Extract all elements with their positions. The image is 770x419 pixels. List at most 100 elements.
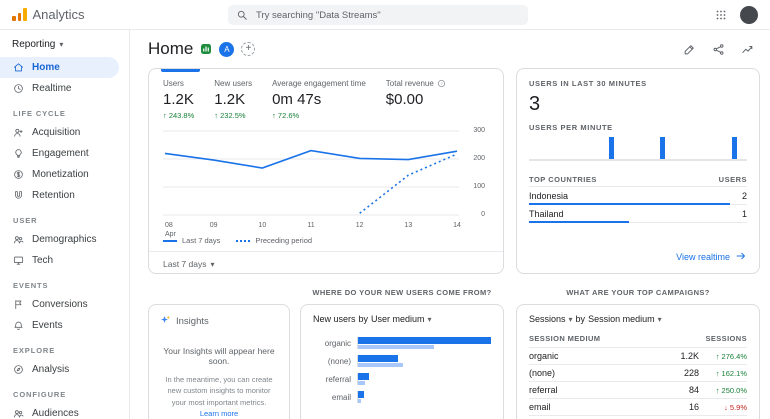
bar-row-organic: organic (313, 337, 491, 350)
sidebar-item-retention[interactable]: Retention (0, 185, 119, 206)
metric-value: 1.2K (214, 91, 252, 108)
sidebar-item-label: Acquisition (32, 127, 80, 138)
sidebar-section-title: CONFIGURE (0, 380, 129, 403)
country-row: Indonesia2 (529, 187, 747, 205)
nav-collection-selector[interactable]: Reporting (0, 34, 129, 57)
learn-more-link[interactable]: Learn more (200, 409, 238, 418)
metric-delta: ↑ 243.8% (163, 111, 194, 120)
arrow-up-icon: ↑ (163, 111, 167, 120)
chevron-down-icon (569, 314, 573, 324)
insights-icon[interactable] (741, 43, 754, 56)
y-tick-label: 100 (473, 183, 485, 190)
main-header: Home A (148, 34, 760, 64)
help-icon: ? (437, 79, 446, 88)
sidebar-item-audiences[interactable]: Audiences (0, 403, 119, 419)
search-icon (236, 9, 248, 21)
sidebar: Reporting HomeRealtimeLIFE CYCLEAcquisit… (0, 30, 130, 419)
sidebar-nav: HomeRealtimeLIFE CYCLEAcquisitionEngagem… (0, 57, 129, 419)
new-users-dimension-control[interactable]: New users by User medium (313, 314, 491, 324)
current-period-bar (358, 373, 369, 380)
sidebar-item-realtime[interactable]: Realtime (0, 78, 119, 99)
bar-category-label: organic (313, 337, 357, 350)
sidebar-item-home[interactable]: Home (0, 57, 119, 78)
date-range-selector[interactable]: Last 7 days (163, 252, 489, 276)
sessions-value: 228 (665, 368, 699, 378)
sidebar-item-tech[interactable]: Tech (0, 250, 119, 271)
report-actions (683, 43, 760, 56)
customize-report-icon[interactable] (683, 43, 696, 56)
chevron-down-icon (59, 39, 63, 50)
previous-period-bar (358, 399, 361, 403)
arrow-up-icon: ↑ (214, 111, 218, 120)
chart-legend: Last 7 daysPreceding period (163, 236, 489, 245)
sidebar-item-analysis[interactable]: Analysis (0, 359, 119, 380)
new-users-bar-chart: organic(none)referralemail (313, 337, 491, 404)
minute-bars-chart (529, 137, 747, 161)
sessions-delta: ↑ 250.0% (699, 386, 747, 395)
metric-total-revenue[interactable]: Total revenue?$0.00 (386, 79, 446, 120)
metric-value: $0.00 (386, 91, 446, 108)
bar-category-label: email (313, 391, 357, 404)
sessions-value: 16 (665, 402, 699, 412)
comparison-chip[interactable]: A (219, 42, 234, 57)
campaign-row-referral: referral84↑ 250.0% (529, 382, 747, 399)
sidebar-item-acquisition[interactable]: Acquisition (0, 122, 119, 143)
country-name: Indonesia (529, 191, 568, 201)
campaigns-table-header: SESSION MEDIUM SESSIONS (529, 334, 747, 348)
metric-delta: ↑ 72.6% (272, 111, 366, 120)
sidebar-item-label: Home (32, 62, 60, 73)
sidebar-item-conversions[interactable]: Conversions (0, 294, 119, 315)
bottom-cards-row: Insights Your Insights will appear here … (148, 288, 760, 419)
insights-description: In the meantime, you can create new cust… (162, 374, 276, 419)
insights-card: Insights Your Insights will appear here … (148, 304, 290, 419)
campaigns-column: WHAT ARE YOUR TOP CAMPAIGNS? Sessions by… (516, 288, 760, 419)
insights-column: Insights Your Insights will appear here … (148, 288, 290, 419)
home-icon (13, 62, 24, 73)
overview-chart: 0100200300 08Apr091011121314 (163, 128, 489, 236)
add-comparison-button[interactable] (241, 42, 255, 56)
users-header: USERS (719, 175, 747, 184)
acquisition-icon (13, 127, 24, 138)
analytics-logo-icon (12, 8, 27, 21)
sidebar-item-monetization[interactable]: Monetization (0, 164, 119, 185)
sidebar-item-label: Engagement (32, 148, 89, 159)
search-bar[interactable] (228, 5, 528, 25)
sidebar-item-engagement[interactable]: Engagement (0, 143, 119, 164)
main-content: Home A Users1.2K↑ 243.8%New users1.2K↑ 2… (130, 30, 770, 419)
avatar[interactable] (740, 6, 758, 24)
metric-new-users[interactable]: New users1.2K↑ 232.5% (214, 79, 252, 120)
y-tick-label: 0 (481, 211, 485, 218)
realtime-title: USERS IN LAST 30 MINUTES (529, 79, 747, 88)
sidebar-item-demographics[interactable]: Demographics (0, 229, 119, 250)
campaigns-controls[interactable]: Sessions by Session medium (529, 314, 747, 324)
sidebar-item-label: Analysis (32, 364, 69, 375)
metric-average-engagement-time[interactable]: Average engagement time0m 47s↑ 72.6% (272, 79, 366, 120)
legend-item: Preceding period (236, 236, 312, 245)
share-icon[interactable] (712, 43, 725, 56)
sidebar-section-title: USER (0, 206, 129, 229)
bar-category-label: (none) (313, 355, 357, 368)
x-tick-label: 13 (404, 221, 412, 230)
realtime-card: USERS IN LAST 30 MINUTES 3 USERS PER MIN… (516, 68, 760, 274)
x-tick-label: 09 (210, 221, 218, 230)
apps-grid-icon[interactable] (715, 9, 727, 21)
view-realtime-link[interactable]: View realtime (676, 250, 747, 264)
y-tick-label: 200 (473, 155, 485, 162)
retention-icon (13, 190, 24, 201)
sidebar-item-label: Audiences (32, 408, 79, 419)
session-medium: (none) (529, 368, 665, 378)
country-name: Thailand (529, 209, 564, 219)
sidebar-item-label: Realtime (32, 83, 71, 94)
top-countries-table: TOP COUNTRIES USERS Indonesia2Thailand1 (529, 172, 747, 223)
analytics-logo[interactable]: Analytics (12, 7, 85, 22)
date-range-label: Last 7 days (163, 259, 206, 269)
chevron-down-icon (658, 314, 662, 324)
current-period-bar (358, 355, 398, 362)
metric-users[interactable]: Users1.2K↑ 243.8% (163, 79, 194, 120)
sidebar-item-events[interactable]: Events (0, 315, 119, 336)
previous-period-bar (358, 345, 434, 349)
search-input[interactable] (254, 9, 520, 22)
arrow-right-icon (735, 250, 747, 264)
session-medium: referral (529, 385, 665, 395)
app-title: Analytics (33, 7, 85, 22)
